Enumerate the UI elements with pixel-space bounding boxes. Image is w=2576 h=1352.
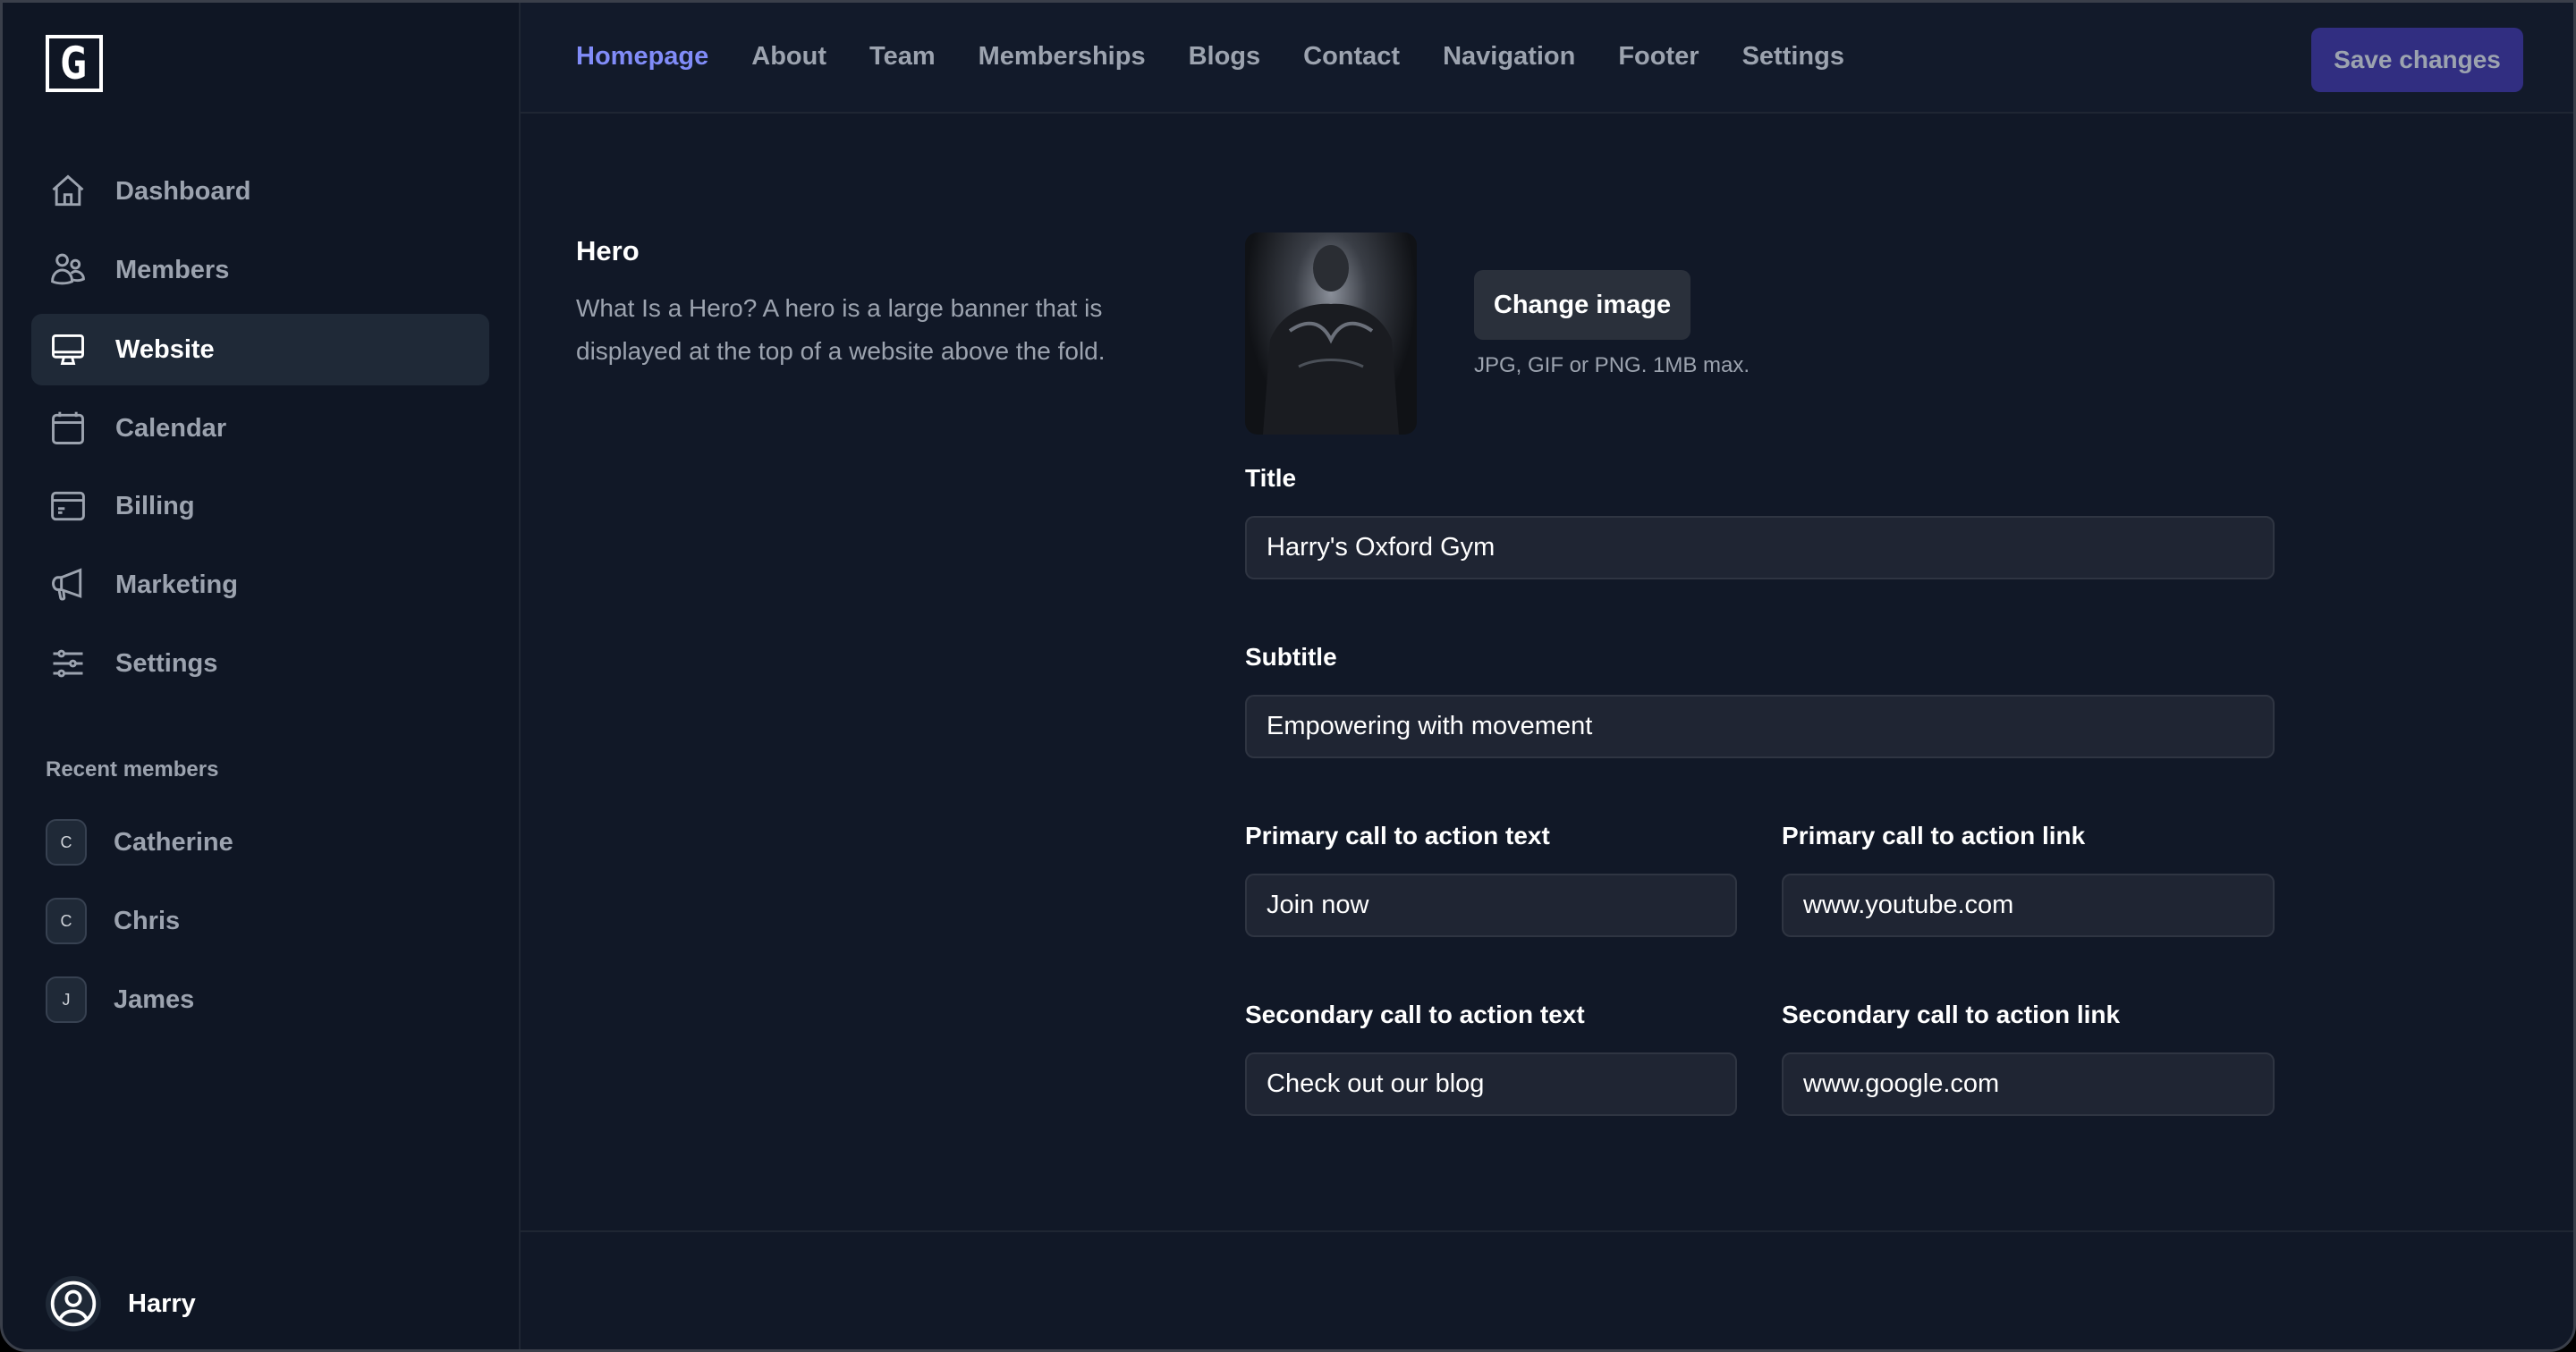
- logo-letter: G: [61, 38, 88, 89]
- secondary-cta-text-label: Secondary call to action text: [1245, 1001, 1585, 1028]
- credit-card-icon: [47, 486, 89, 527]
- calendar-icon: [47, 408, 89, 449]
- user-profile[interactable]: Harry: [46, 1276, 196, 1331]
- secondary-cta-text-input[interactable]: [1245, 1052, 1737, 1116]
- primary-cta-text-input[interactable]: [1245, 874, 1737, 937]
- sliders-icon: [47, 643, 89, 684]
- sidebar-item-website[interactable]: Website: [31, 314, 489, 385]
- title-label: Title: [1245, 464, 1297, 492]
- tab-settings[interactable]: Settings: [1742, 42, 1844, 72]
- change-image-button[interactable]: Change image: [1474, 270, 1690, 340]
- member-name: Catherine: [114, 827, 233, 857]
- logo[interactable]: G: [46, 35, 103, 92]
- avatar: J: [46, 976, 87, 1023]
- main-panel: Homepage About Team Memberships Blogs Co…: [519, 3, 2573, 1349]
- sidebar-item-label: Dashboard: [115, 176, 251, 206]
- user-circle-icon: [46, 1276, 101, 1331]
- recent-member-chris[interactable]: C Chris: [31, 885, 489, 957]
- top-nav: Homepage About Team Memberships Blogs Co…: [521, 3, 2573, 114]
- tab-blogs[interactable]: Blogs: [1189, 42, 1261, 72]
- primary-cta-link-label: Primary call to action link: [1782, 822, 2086, 849]
- page-tabs: Homepage About Team Memberships Blogs Co…: [576, 42, 1844, 72]
- sidebar-item-marketing[interactable]: Marketing: [31, 549, 489, 621]
- section-description: What Is a Hero? A hero is a large banner…: [576, 294, 1106, 365]
- sidebar: G Dashboard Members Website Calendar Bil…: [3, 3, 519, 1349]
- sidebar-item-label: Website: [115, 334, 215, 364]
- sidebar-item-settings[interactable]: Settings: [31, 628, 489, 699]
- subtitle-input[interactable]: [1245, 695, 2275, 758]
- user-name: Harry: [128, 1289, 196, 1318]
- sidebar-item-dashboard[interactable]: Dashboard: [31, 156, 489, 227]
- primary-cta-link-input[interactable]: [1782, 874, 2275, 937]
- app-window: G Dashboard Members Website Calendar Bil…: [0, 0, 2576, 1352]
- image-hint: JPG, GIF or PNG. 1MB max.: [1474, 353, 1750, 377]
- hero-image-silhouette: [1263, 245, 1399, 435]
- subtitle-label: Subtitle: [1245, 643, 1337, 671]
- monitor-icon: [47, 329, 89, 370]
- member-name: James: [114, 984, 195, 1014]
- hero-image-preview: [1245, 232, 1417, 435]
- tab-team[interactable]: Team: [869, 42, 936, 72]
- sidebar-item-calendar[interactable]: Calendar: [31, 393, 489, 464]
- sidebar-item-label: Members: [115, 255, 230, 284]
- users-icon: [47, 249, 89, 291]
- sidebar-item-label: Billing: [115, 491, 195, 520]
- section-title: Hero: [576, 235, 640, 266]
- sidebar-item-label: Marketing: [115, 570, 238, 599]
- title-input[interactable]: [1245, 516, 2275, 579]
- primary-cta-text-label: Primary call to action text: [1245, 822, 1550, 849]
- tab-navigation[interactable]: Navigation: [1443, 42, 1575, 72]
- tab-footer[interactable]: Footer: [1618, 42, 1699, 72]
- sidebar-item-label: Calendar: [115, 413, 227, 443]
- recent-member-james[interactable]: J James: [31, 964, 489, 1035]
- tab-contact[interactable]: Contact: [1303, 42, 1400, 72]
- tab-about[interactable]: About: [751, 42, 826, 72]
- home-icon: [47, 171, 89, 212]
- member-name: Chris: [114, 906, 181, 935]
- tab-homepage[interactable]: Homepage: [576, 42, 708, 72]
- sidebar-item-label: Settings: [115, 648, 218, 678]
- megaphone-icon: [47, 564, 89, 605]
- avatar: C: [46, 898, 87, 944]
- secondary-cta-link-label: Secondary call to action link: [1782, 1001, 2121, 1028]
- tab-memberships[interactable]: Memberships: [979, 42, 1146, 72]
- save-changes-button[interactable]: Save changes: [2311, 28, 2523, 92]
- recent-member-catherine[interactable]: C Catherine: [31, 807, 489, 878]
- hero-section: Hero What Is a Hero? A hero is a large b…: [521, 115, 2573, 1232]
- recent-members-heading: Recent members: [46, 757, 219, 782]
- sidebar-item-members[interactable]: Members: [31, 234, 489, 306]
- avatar: C: [46, 819, 87, 866]
- secondary-cta-link-input[interactable]: [1782, 1052, 2275, 1116]
- sidebar-item-billing[interactable]: Billing: [31, 470, 489, 542]
